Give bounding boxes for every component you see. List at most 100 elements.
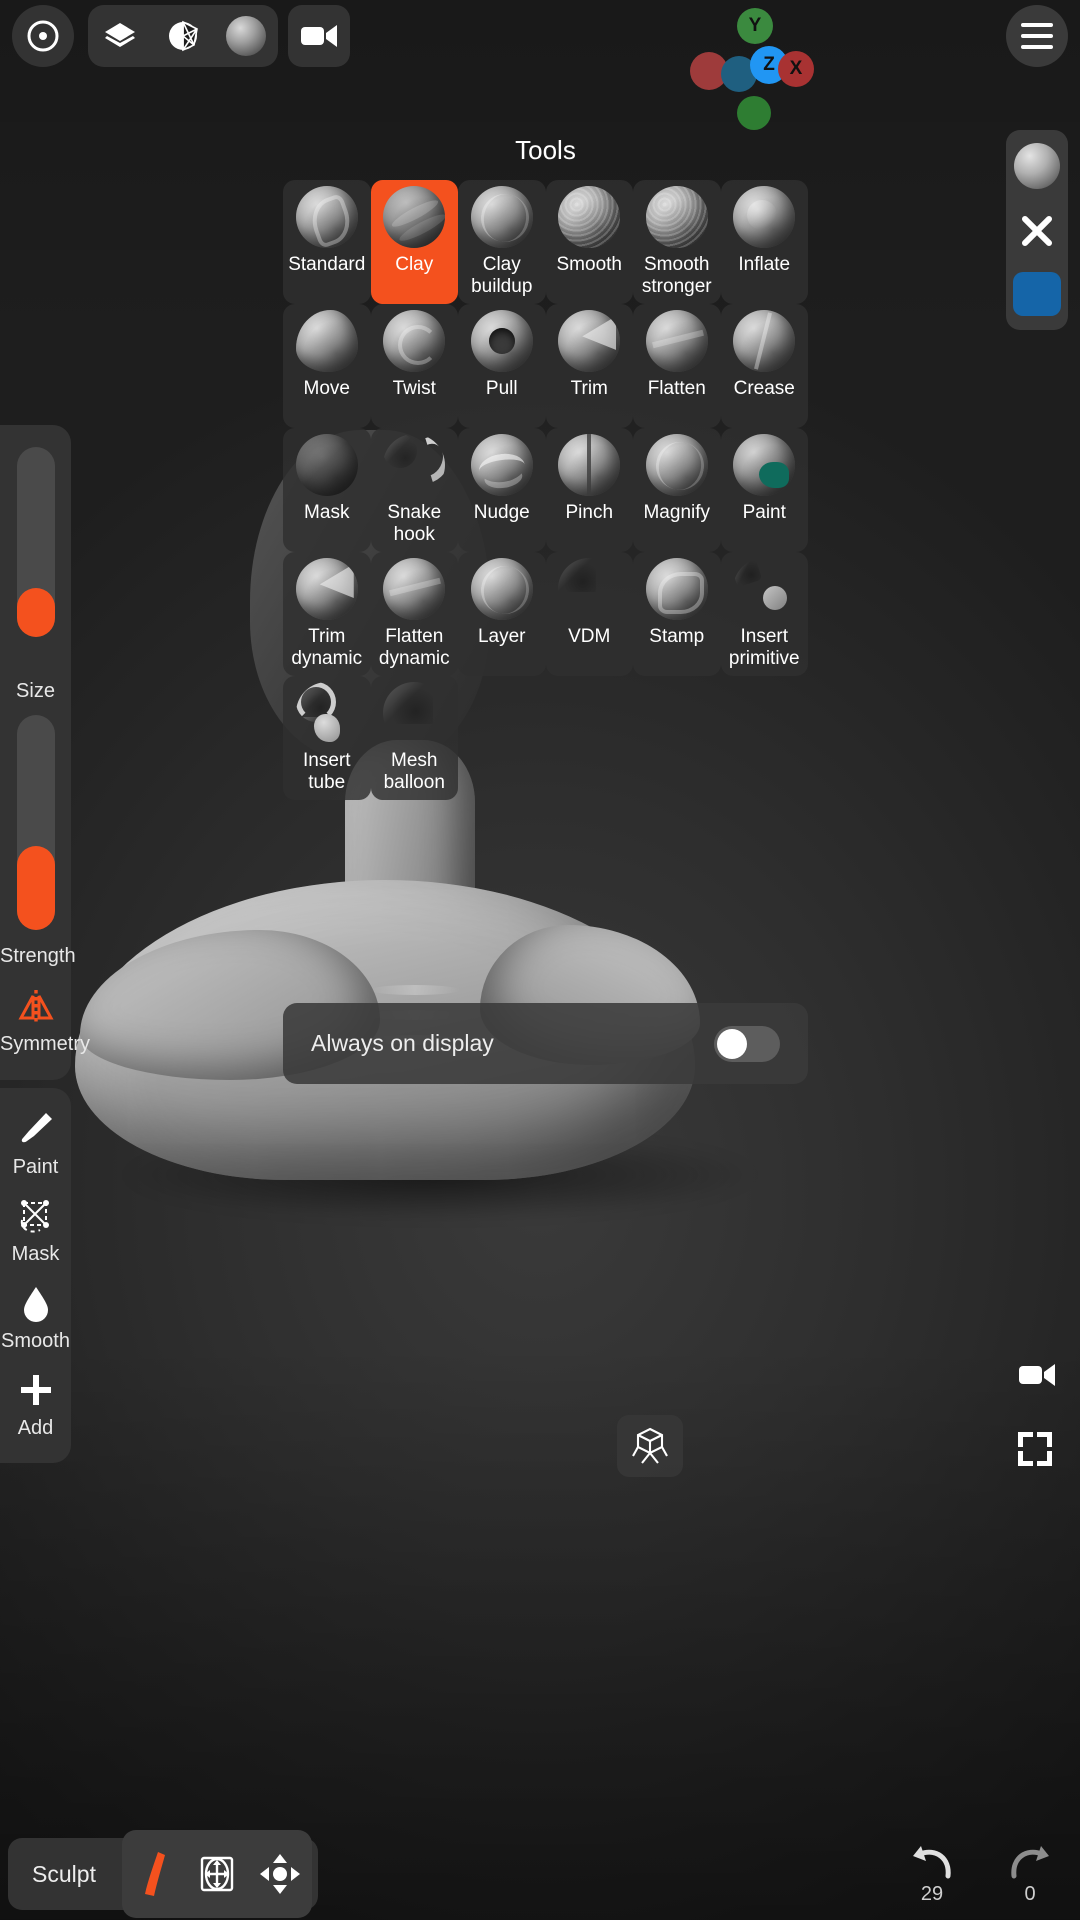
gizmo-target-icon[interactable] (12, 5, 74, 67)
tool-item-smooth-stronger[interactable]: Smooth stronger (633, 180, 721, 304)
tool-standard-icon (295, 186, 358, 248)
tool-item-flatten[interactable]: Flatten (633, 304, 721, 428)
size-slider-label: Size (16, 680, 55, 702)
transform-gizmo-icon[interactable] (189, 1846, 245, 1902)
bottom-toolbar: Sculpt (8, 1830, 318, 1918)
matcap-sphere-icon[interactable] (217, 7, 275, 65)
tool-item-flatten-dynamic[interactable]: Flatten dynamic (370, 552, 458, 676)
symmetry-button[interactable]: Symmetry (0, 983, 90, 1056)
undo-button[interactable]: 29 (896, 1844, 968, 1906)
tool-label: Flatten dynamic (378, 626, 450, 669)
tool-item-mesh-balloon[interactable]: Mesh balloon (370, 676, 458, 800)
topology-icon[interactable] (154, 7, 212, 65)
tool-label: Standard (288, 254, 366, 275)
tool-item-paint[interactable]: Paint (720, 428, 808, 552)
tool-label: VDM (568, 626, 611, 647)
tool-label: Mesh balloon (383, 750, 445, 793)
left-brush-panel: Paint Mask Smooth Add (0, 1088, 71, 1463)
redo-button[interactable]: 0 (994, 1844, 1066, 1906)
matcap-preview-icon[interactable] (1011, 140, 1063, 192)
left-slider-panel: Size Strength Symmetry (0, 425, 90, 1080)
camera-icon[interactable] (288, 5, 350, 67)
redo-arrow-icon (1011, 1846, 1049, 1879)
strength-slider-fill (17, 846, 55, 930)
tool-label: Pinch (565, 502, 614, 523)
tool-label: Inflate (738, 254, 791, 275)
tool-item-clay-buildup[interactable]: Clay buildup (458, 180, 546, 304)
tool-item-twist[interactable]: Twist (370, 304, 458, 428)
tool-item-mask[interactable]: Mask (283, 428, 371, 552)
hamburger-menu-icon[interactable] (1006, 5, 1068, 67)
tool-item-move[interactable]: Move (283, 304, 371, 428)
brush-mask-button[interactable]: Mask (0, 1193, 71, 1266)
tool-label: Crease (733, 378, 795, 399)
size-slider-track[interactable] (17, 447, 55, 637)
close-x-icon[interactable] (1011, 204, 1063, 256)
cube-gizmo-icon[interactable] (617, 1415, 683, 1477)
tool-item-crease[interactable]: Crease (720, 304, 808, 428)
tool-item-standard[interactable]: Standard (283, 180, 371, 304)
right-toolbar (1006, 130, 1068, 330)
tool-vdm-icon (558, 558, 620, 620)
axis-dot-Y[interactable]: Y (737, 8, 773, 44)
tool-pinch-icon (558, 434, 621, 496)
always-on-display-label: Always on display (311, 1030, 494, 1056)
strength-slider-track[interactable] (17, 715, 55, 930)
tool-label: Move (303, 378, 350, 399)
symmetry-label: Symmetry (0, 1033, 90, 1055)
fullscreen-icon[interactable] (1004, 1418, 1066, 1480)
tool-clay-buildup-icon (470, 186, 533, 248)
tool-item-insert-primitive[interactable]: Insert primitive (720, 552, 808, 676)
tool-item-clay[interactable]: Clay (370, 180, 458, 304)
tool-item-snake-hook[interactable]: Snake hook (370, 428, 458, 552)
tool-label: Trim (570, 378, 608, 399)
tool-flatten-icon (645, 310, 708, 372)
tool-label: Stamp (649, 626, 705, 647)
tool-item-trim-dynamic[interactable]: Trim dynamic (283, 552, 371, 676)
tool-item-pinch[interactable]: Pinch (545, 428, 633, 552)
brush-paint-button[interactable]: Paint (0, 1106, 71, 1179)
brush-smooth-button[interactable]: Smooth (0, 1280, 71, 1353)
droplet-icon (0, 1280, 71, 1326)
tool-item-smooth[interactable]: Smooth (545, 180, 633, 304)
toggle-knob (717, 1028, 747, 1059)
tool-insert-primitive-icon (733, 558, 795, 620)
brush-add-label: Add (17, 1417, 54, 1439)
tool-mesh-balloon-icon (383, 682, 445, 744)
tool-label: Twist (392, 378, 436, 399)
tool-label: Paint (742, 502, 786, 523)
mode-label[interactable]: Sculpt (8, 1861, 120, 1888)
size-slider-fill (17, 587, 55, 637)
tool-smooth-icon (558, 186, 621, 248)
color-swatch[interactable] (1011, 268, 1063, 320)
tool-item-stamp[interactable]: Stamp (633, 552, 721, 676)
model-shadow (120, 1130, 760, 1220)
tool-layer-icon (470, 558, 533, 620)
tool-magnify-icon (645, 434, 708, 496)
tool-item-layer[interactable]: Layer (458, 552, 546, 676)
camera-record-icon[interactable] (1006, 1348, 1068, 1402)
move-pad-icon[interactable] (252, 1846, 308, 1902)
brush-add-button[interactable]: Add (0, 1367, 71, 1440)
always-on-display-toggle[interactable] (714, 1025, 780, 1062)
tool-item-inflate[interactable]: Inflate (720, 180, 808, 304)
axis-dot-X[interactable]: X (778, 51, 814, 87)
tool-pull-icon (470, 310, 533, 372)
axis-orientation-gizmo[interactable]: YZX (690, 8, 814, 130)
tool-crease-icon (733, 310, 796, 372)
axis-dot-neg[interactable] (737, 96, 771, 130)
tool-mask-icon (295, 434, 358, 496)
tool-trim-icon (558, 310, 621, 372)
mode-button-group (122, 1830, 312, 1918)
tool-label: Smooth (556, 254, 622, 275)
always-on-display-row[interactable]: Always on display (283, 1003, 808, 1084)
tool-item-pull[interactable]: Pull (458, 304, 546, 428)
brush-mask-label: Mask (11, 1243, 60, 1265)
brush-stroke-icon[interactable] (126, 1846, 182, 1902)
tool-item-vdm[interactable]: VDM (545, 552, 633, 676)
tool-item-trim[interactable]: Trim (545, 304, 633, 428)
tool-item-insert-tube[interactable]: Insert tube (283, 676, 371, 800)
tool-item-magnify[interactable]: Magnify (633, 428, 721, 552)
tool-item-nudge[interactable]: Nudge (458, 428, 546, 552)
layers-icon[interactable] (91, 7, 149, 65)
